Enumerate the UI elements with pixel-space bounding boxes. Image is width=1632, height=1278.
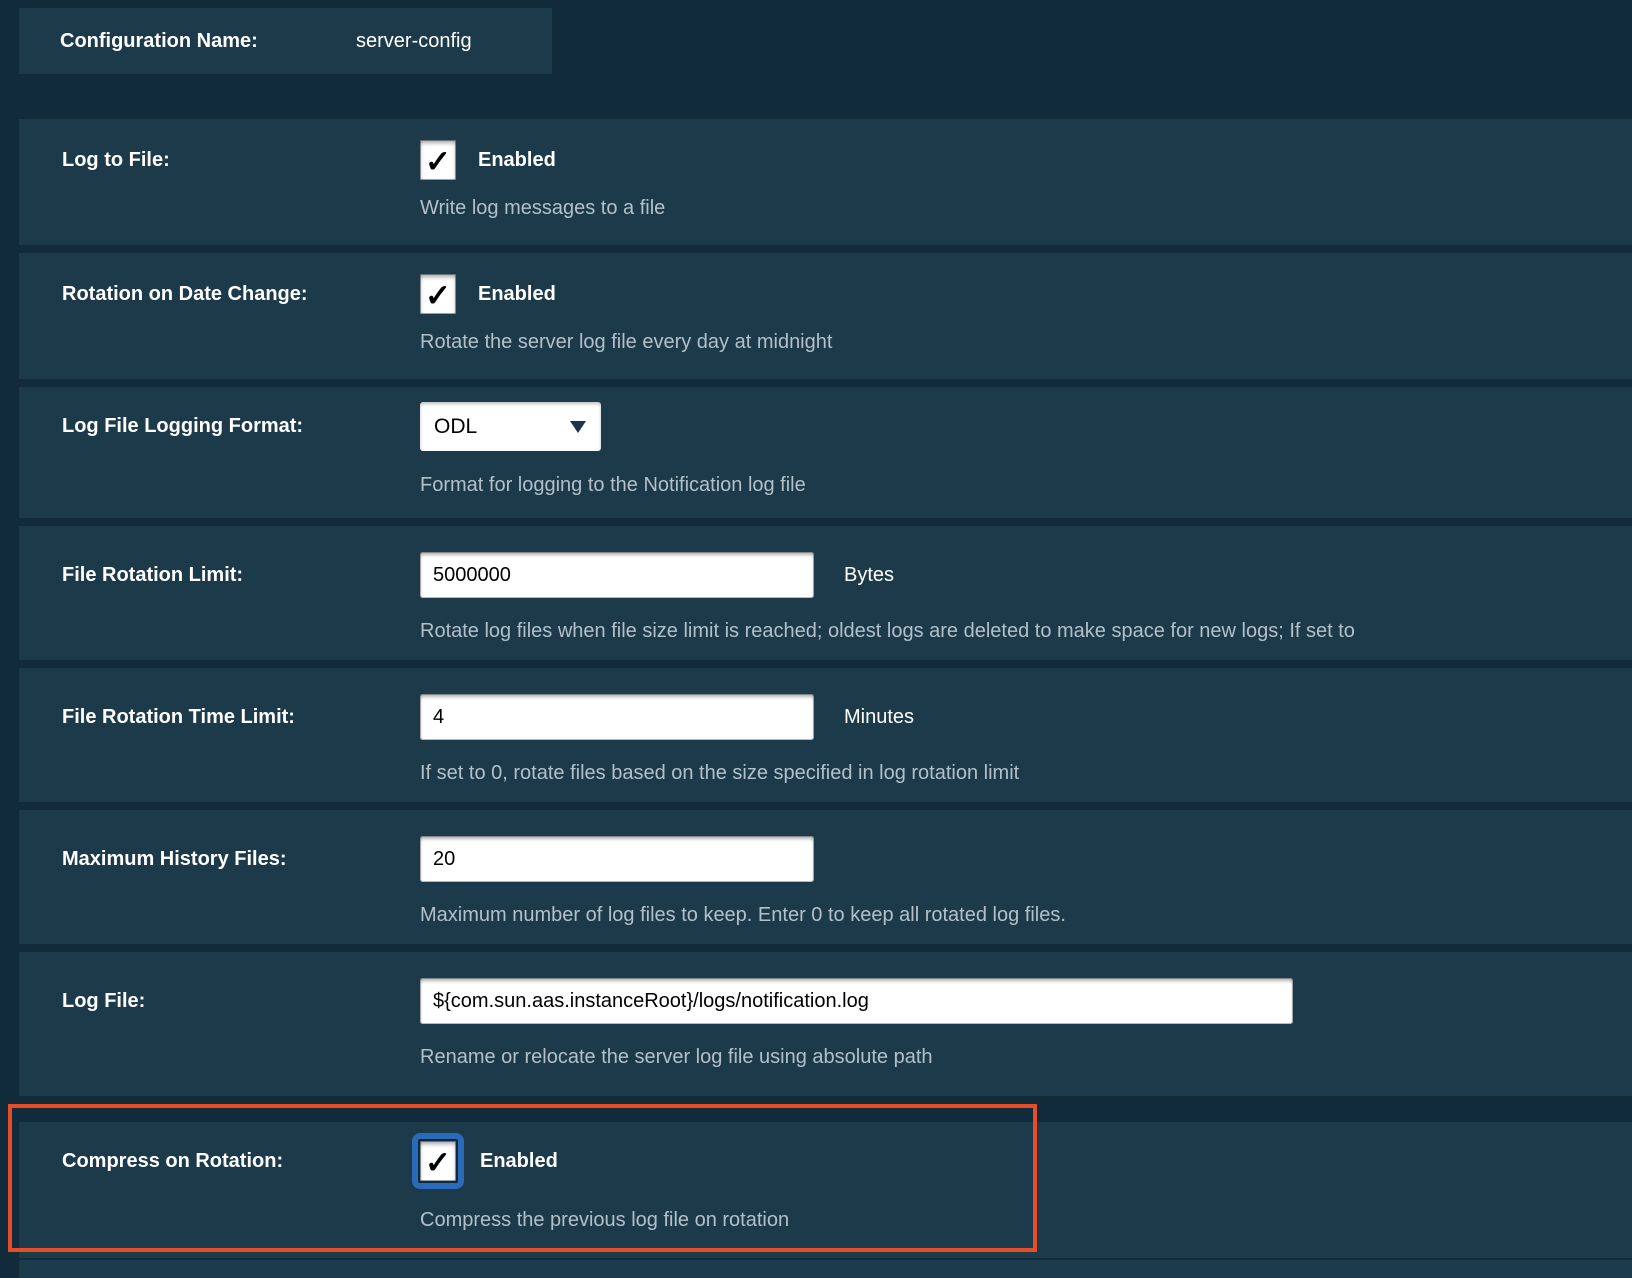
unit-label: Bytes: [844, 564, 894, 587]
field-label: Rotation on Date Change:: [62, 283, 420, 306]
field-label: Log File:: [62, 990, 420, 1013]
form-row-file-rotation-limit: File Rotation Limit: Bytes Rotate log fi…: [19, 526, 1632, 660]
logger-settings-form: Log to File: ✓ Enabled Write log message…: [19, 119, 1632, 1274]
form-row-rotation-on-date-change: Rotation on Date Change: ✓ Enabled Rotat…: [19, 253, 1632, 379]
compress-on-rotation-checkbox[interactable]: ✓: [420, 1141, 456, 1181]
configuration-name-bar: Configuration Name: server-config: [19, 8, 552, 74]
log-file-input[interactable]: [420, 978, 1293, 1024]
form-row-file-rotation-time-limit: File Rotation Time Limit: Minutes If set…: [19, 668, 1632, 802]
help-text: Rename or relocate the server log file u…: [420, 1046, 1632, 1069]
help-text: Rotate log files when file size limit is…: [420, 620, 1632, 643]
help-text: Write log messages to a file: [420, 197, 1632, 220]
help-text: Rotate the server log file every day at …: [420, 331, 1632, 354]
file-rotation-limit-input[interactable]: [420, 552, 814, 598]
enabled-label: Enabled: [478, 283, 556, 306]
form-row-compress-on-rotation: Compress on Rotation: ✓ Enabled Compress…: [19, 1122, 1632, 1258]
help-text: Maximum number of log files to keep. Ent…: [420, 904, 1632, 927]
help-text: If set to 0, rotate files based on the s…: [420, 762, 1632, 785]
log-format-select[interactable]: ODL: [420, 402, 601, 451]
unit-label: Minutes: [844, 706, 914, 729]
chevron-down-icon: [570, 421, 586, 433]
configuration-name-label: Configuration Name:: [60, 30, 258, 53]
help-text: Format for logging to the Notification l…: [420, 474, 1632, 497]
help-text: Compress the previous log file on rotati…: [420, 1209, 1632, 1232]
log-to-file-checkbox[interactable]: ✓: [420, 140, 456, 180]
rotation-on-date-change-checkbox[interactable]: ✓: [420, 274, 456, 314]
checkmark-icon: ✓: [425, 1147, 451, 1178]
checkbox-focus-ring: ✓: [412, 1133, 464, 1189]
checkmark-icon: ✓: [425, 280, 451, 311]
maximum-history-files-input[interactable]: [420, 836, 814, 882]
enabled-label: Enabled: [478, 149, 556, 172]
field-label: File Rotation Time Limit:: [62, 706, 420, 729]
form-row-log-file: Log File: Rename or relocate the server …: [19, 952, 1632, 1096]
field-label: Maximum History Files:: [62, 848, 420, 871]
file-rotation-time-limit-input[interactable]: [420, 694, 814, 740]
select-value: ODL: [434, 415, 477, 439]
field-label: File Rotation Limit:: [62, 564, 420, 587]
configuration-name-value: server-config: [356, 30, 472, 53]
field-label: Log File Logging Format:: [62, 415, 420, 438]
next-row-partial: [19, 1260, 1632, 1278]
field-label: Log to File:: [62, 149, 420, 172]
form-row-maximum-history-files: Maximum History Files: Maximum number of…: [19, 810, 1632, 944]
enabled-label: Enabled: [480, 1150, 558, 1173]
form-row-log-to-file: Log to File: ✓ Enabled Write log message…: [19, 119, 1632, 245]
checkmark-icon: ✓: [425, 146, 451, 177]
form-row-log-file-logging-format: Log File Logging Format: ODL Format for …: [19, 387, 1632, 518]
field-label: Compress on Rotation:: [62, 1150, 420, 1173]
